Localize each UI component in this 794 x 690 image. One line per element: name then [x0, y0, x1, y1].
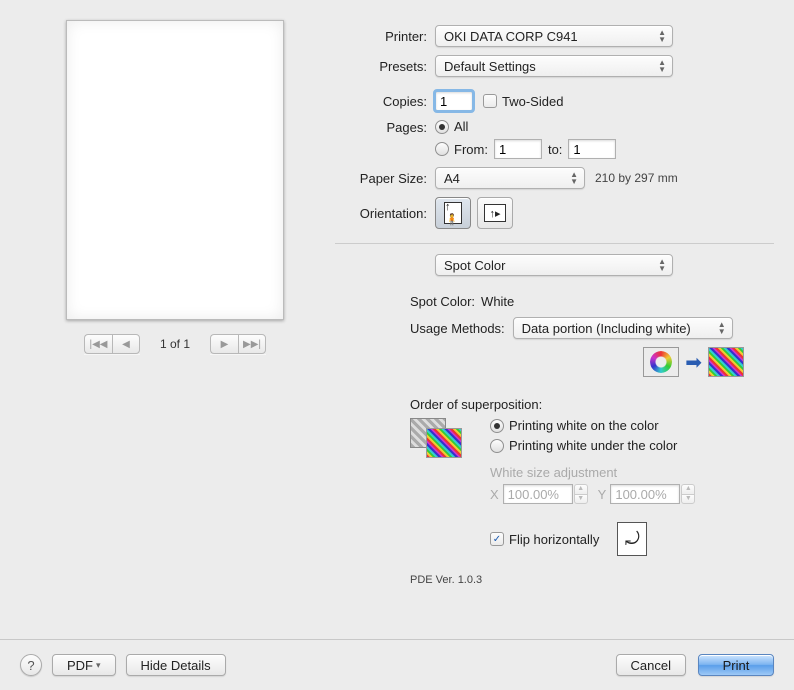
- super-white-on-color-label: Printing white on the color: [509, 418, 659, 433]
- presets-label: Presets:: [335, 59, 435, 74]
- pages-from-input[interactable]: [494, 139, 542, 159]
- superposition-icon: [410, 418, 460, 453]
- flip-horizontally-checkbox[interactable]: ✓: [490, 532, 504, 546]
- printer-select-value: OKI DATA CORP C941: [444, 29, 578, 44]
- cancel-button[interactable]: Cancel: [616, 654, 686, 676]
- page-indicator: 1 of 1: [150, 337, 200, 351]
- hide-details-label: Hide Details: [141, 658, 211, 673]
- printer-label: Printer:: [335, 29, 435, 44]
- y-stepper: ▲▼: [681, 484, 695, 504]
- help-button[interactable]: ?: [20, 654, 42, 676]
- order-superposition-label: Order of superposition:: [410, 397, 774, 412]
- usage-methods-value: Data portion (Including white): [522, 321, 691, 336]
- next-page-button[interactable]: ▶: [210, 334, 238, 354]
- super-white-under-color-label: Printing white under the color: [509, 438, 677, 453]
- first-page-button[interactable]: |◀◀: [84, 334, 112, 354]
- super-white-on-color-radio[interactable]: [490, 419, 504, 433]
- page-preview: [66, 20, 284, 320]
- arrow-right-icon: ➡: [685, 350, 702, 375]
- panel-select-value: Spot Color: [444, 258, 505, 273]
- footer: ? PDF Hide Details Cancel Print: [0, 639, 794, 690]
- main-area: |◀◀ ◀ 1 of 1 ▶ ▶▶| Printer: OKI DATA COR…: [0, 0, 794, 586]
- orientation-landscape-button[interactable]: ↑▸: [477, 197, 513, 229]
- spot-color-value: White: [481, 294, 514, 309]
- usage-methods-select[interactable]: Data portion (Including white) ▲▼: [513, 317, 733, 339]
- white-size-adjustment-label: White size adjustment: [490, 465, 774, 480]
- x-stepper: ▲▼: [574, 484, 588, 504]
- printer-select[interactable]: OKI DATA CORP C941 ▲▼: [435, 25, 673, 47]
- orientation-portrait-button[interactable]: ↑ 🧍: [435, 197, 471, 229]
- last-page-button[interactable]: ▶▶|: [238, 334, 266, 354]
- orientation-label: Orientation:: [335, 206, 435, 221]
- paper-size-dimensions: 210 by 297 mm: [595, 171, 678, 185]
- two-sided-label: Two-Sided: [502, 94, 563, 109]
- prev-page-button[interactable]: ◀: [112, 334, 140, 354]
- paper-size-value: A4: [444, 171, 460, 186]
- print-label: Print: [723, 658, 750, 673]
- pdf-menu-button[interactable]: PDF: [52, 654, 116, 676]
- usage-methods-label: Usage Methods:: [410, 321, 505, 336]
- pages-all-label: All: [454, 119, 468, 134]
- super-white-under-color-radio[interactable]: [490, 439, 504, 453]
- divider-top: [335, 243, 774, 244]
- preview-column: |◀◀ ◀ 1 of 1 ▶ ▶▶|: [20, 20, 330, 586]
- y-percent-input: [610, 484, 680, 504]
- hide-details-button[interactable]: Hide Details: [126, 654, 226, 676]
- preview-nav: |◀◀ ◀ 1 of 1 ▶ ▶▶|: [84, 334, 266, 354]
- pages-from-label: From:: [454, 142, 488, 157]
- pdf-menu-label: PDF: [67, 658, 93, 673]
- print-dialog: |◀◀ ◀ 1 of 1 ▶ ▶▶| Printer: OKI DATA COR…: [0, 0, 794, 690]
- flip-preview-icon: ⤾: [617, 522, 647, 556]
- person-portrait-icon: ↑ 🧍: [444, 202, 462, 224]
- copies-input[interactable]: [435, 91, 473, 111]
- spot-color-label: Spot Color:: [410, 294, 475, 309]
- settings-column: Printer: OKI DATA CORP C941 ▲▼ Presets: …: [330, 20, 774, 586]
- usage-after-icon: [708, 347, 744, 377]
- usage-before-icon: [643, 347, 679, 377]
- print-button[interactable]: Print: [698, 654, 774, 676]
- panel-select[interactable]: Spot Color ▲▼: [435, 254, 673, 276]
- pde-version: PDE Ver. 1.0.3: [335, 574, 774, 586]
- x-label: X: [490, 487, 499, 502]
- pages-label: Pages:: [335, 119, 435, 135]
- paper-size-label: Paper Size:: [335, 171, 435, 186]
- pages-from-radio[interactable]: [435, 142, 449, 156]
- two-sided-checkbox[interactable]: [483, 94, 497, 108]
- cancel-label: Cancel: [631, 658, 671, 673]
- spot-color-section: Spot Color: White Usage Methods: Data po…: [335, 294, 774, 556]
- person-landscape-icon: ↑▸: [484, 204, 506, 222]
- copies-label: Copies:: [335, 94, 435, 109]
- paper-size-select[interactable]: A4 ▲▼: [435, 167, 585, 189]
- pages-to-input[interactable]: [568, 139, 616, 159]
- y-label: Y: [598, 487, 607, 502]
- pages-all-radio[interactable]: [435, 120, 449, 134]
- x-percent-input: [503, 484, 573, 504]
- presets-select-value: Default Settings: [444, 59, 536, 74]
- pages-to-label: to:: [548, 142, 562, 157]
- flip-horizontally-label: Flip horizontally: [509, 532, 599, 547]
- presets-select[interactable]: Default Settings ▲▼: [435, 55, 673, 77]
